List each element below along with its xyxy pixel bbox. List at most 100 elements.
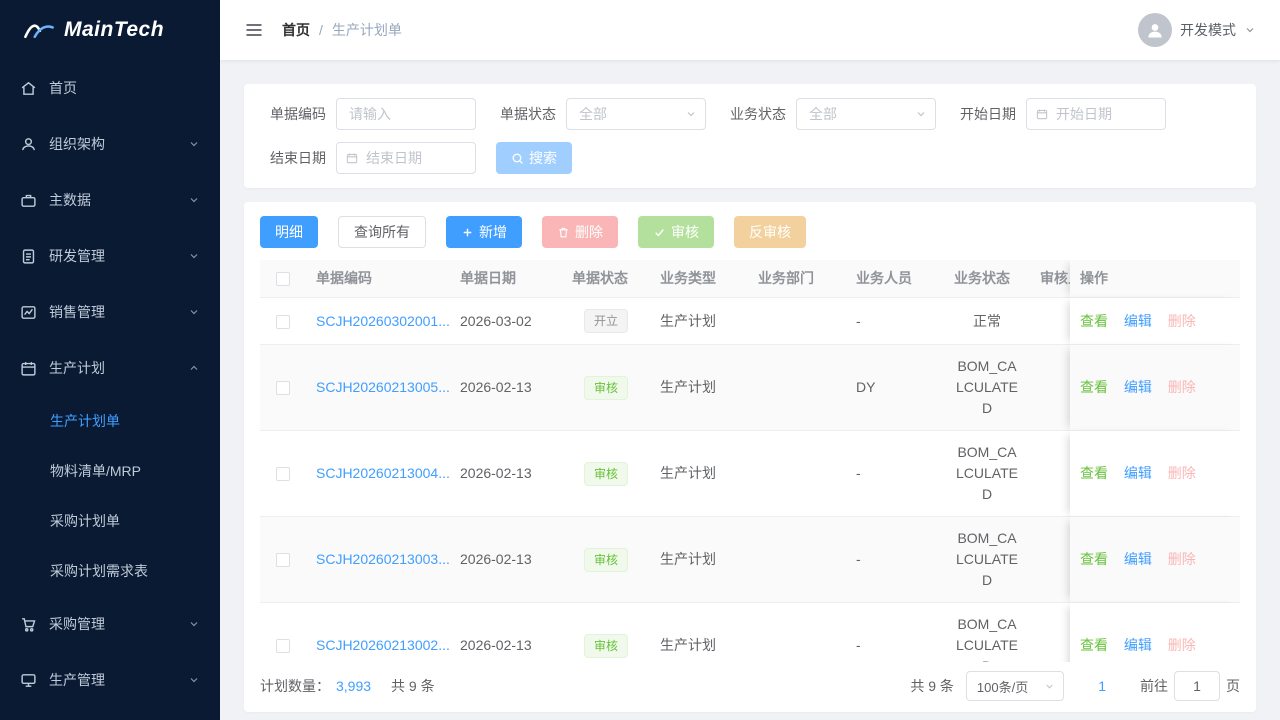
start-date-input[interactable]: 开始日期 [1026, 98, 1166, 130]
biz-status-select[interactable]: 全部 [796, 98, 936, 130]
page-size-select[interactable]: 100条/页 [966, 671, 1064, 701]
doc-code-link[interactable]: SCJH20260213004... [316, 465, 450, 481]
sidebar-item-home[interactable]: 首页 [0, 60, 220, 116]
sidebar-item-purchase-management[interactable]: 采购管理 [0, 596, 220, 652]
delete-link[interactable]: 删除 [1168, 551, 1196, 567]
sidebar-item-rd-management[interactable]: 研发管理 [0, 228, 220, 284]
search-button[interactable]: 搜索 [496, 142, 572, 174]
end-date-input[interactable]: 结束日期 [336, 142, 476, 174]
row-checkbox[interactable] [276, 467, 290, 481]
row-checkbox[interactable] [276, 553, 290, 567]
view-link[interactable]: 查看 [1080, 551, 1108, 567]
page-size-value: 100条/页 [977, 677, 1028, 696]
biz-type-cell: 生产计划 [650, 431, 748, 517]
sidebar-item-production-plan-order[interactable]: 生产计划单 [0, 396, 220, 446]
doc-code-link[interactable]: SCJH20260302001... [316, 313, 450, 329]
chevron-down-icon [1244, 24, 1256, 36]
sidebar-item-master-data[interactable]: 主数据 [0, 172, 220, 228]
auditor-cell [1030, 345, 1070, 431]
next-page-icon[interactable] [1116, 680, 1128, 692]
doc-status-value: 全部 [579, 104, 607, 124]
view-link[interactable]: 查看 [1080, 637, 1108, 653]
sidebar-item-label: 销售管理 [49, 302, 105, 322]
sidebar-item-production-plan[interactable]: 生产计划 [0, 340, 220, 396]
add-button[interactable]: 新增 [446, 216, 522, 248]
chevron-down-icon [188, 194, 200, 206]
sidebar-item-label: 研发管理 [49, 246, 105, 266]
view-link[interactable]: 查看 [1080, 313, 1108, 329]
unaudit-button[interactable]: 反审核 [734, 216, 806, 248]
person-icon [1145, 20, 1165, 40]
sidebar-item-bom-mrp[interactable]: 物料清单/MRP [0, 446, 220, 496]
sidebar-item-purchase-demand-table[interactable]: 采购计划需求表 [0, 546, 220, 596]
check-icon [653, 226, 666, 239]
view-link[interactable]: 查看 [1080, 465, 1108, 481]
edit-link[interactable]: 编辑 [1124, 465, 1152, 481]
auditor-cell [1030, 603, 1070, 662]
biz-dept-cell [748, 603, 846, 662]
doc-status-tag: 审核 [584, 376, 628, 400]
doc-status-tag: 审核 [584, 462, 628, 486]
doc-code-input[interactable] [336, 98, 476, 130]
delete-link[interactable]: 删除 [1168, 637, 1196, 653]
biz-person-cell: - [846, 603, 944, 662]
sidebar-item-organization[interactable]: 组织架构 [0, 116, 220, 172]
doc-code-link[interactable]: SCJH20260213005... [316, 379, 450, 395]
view-link[interactable]: 查看 [1080, 379, 1108, 395]
query-all-button[interactable]: 查询所有 [338, 216, 426, 248]
biz-person-cell: - [846, 298, 944, 345]
add-button-label: 新增 [479, 222, 507, 242]
doc-date-cell: 2026-02-13 [450, 517, 562, 603]
goto-page-input[interactable] [1174, 671, 1220, 701]
edit-link[interactable]: 编辑 [1124, 379, 1152, 395]
col-biz-status: 业务状态 [944, 260, 1030, 298]
table-footer: 计划数量： 3,993 共 9 条 共 9 条 100条/页 1 [260, 666, 1240, 706]
table-row: SCJH20260213003... 2026-02-13 审核 生产计划 - … [260, 517, 1240, 603]
calendar-icon [345, 151, 359, 165]
logo-text: MainTech [64, 18, 164, 42]
chevron-down-icon [1044, 681, 1055, 692]
row-checkbox[interactable] [276, 639, 290, 653]
doc-code-link[interactable]: SCJH20260213003... [316, 551, 450, 567]
sidebar-subitem-label: 采购计划需求表 [50, 561, 148, 581]
briefcase-icon [20, 192, 37, 209]
search-icon [511, 152, 524, 165]
edit-link[interactable]: 编辑 [1124, 313, 1152, 329]
sidebar-item-purchase-plan-order[interactable]: 采购计划单 [0, 496, 220, 546]
delete-link[interactable]: 删除 [1168, 379, 1196, 395]
auditor-cell [1030, 517, 1070, 603]
current-page[interactable]: 1 [1090, 678, 1114, 694]
sidebar-item-production-management[interactable]: 生产管理 [0, 652, 220, 708]
topbar: 首页 / 生产计划单 开发模式 [220, 0, 1280, 60]
plan-count-label: 计划数量： [260, 676, 330, 696]
query-all-button-label: 查询所有 [354, 222, 410, 242]
doc-status-select[interactable]: 全部 [566, 98, 706, 130]
biz-person-cell: - [846, 431, 944, 517]
prev-page-icon[interactable] [1076, 680, 1088, 692]
start-date-placeholder: 开始日期 [1056, 104, 1112, 124]
user-menu[interactable]: 开发模式 [1138, 13, 1256, 47]
audit-button[interactable]: 审核 [638, 216, 714, 248]
end-date-placeholder: 结束日期 [366, 148, 422, 168]
hamburger-icon[interactable] [244, 20, 264, 40]
edit-link[interactable]: 编辑 [1124, 637, 1152, 653]
select-all-checkbox[interactable] [276, 272, 290, 286]
doc-status-tag: 审核 [584, 548, 628, 572]
chevron-down-icon [188, 250, 200, 262]
table-scroll-area[interactable]: 单据编码 单据日期 单据状态 业务类型 业务部门 业务人员 业务状态 审核人 操… [260, 260, 1240, 662]
row-checkbox[interactable] [276, 381, 290, 395]
edit-link[interactable]: 编辑 [1124, 551, 1152, 567]
delete-link[interactable]: 删除 [1168, 313, 1196, 329]
doc-status-tag: 审核 [584, 634, 628, 658]
sidebar-item-sales-management[interactable]: 销售管理 [0, 284, 220, 340]
search-button-label: 搜索 [529, 148, 557, 168]
delete-link[interactable]: 删除 [1168, 465, 1196, 481]
detail-button[interactable]: 明细 [260, 216, 318, 248]
breadcrumb-home[interactable]: 首页 [282, 20, 310, 40]
delete-button[interactable]: 删除 [542, 216, 618, 248]
row-checkbox[interactable] [276, 315, 290, 329]
start-date-label: 开始日期 [946, 104, 1016, 124]
sidebar: MainTech 首页 组织架构 主数据 研发管理 销售管理 生 [0, 0, 220, 720]
doc-code-link[interactable]: SCJH20260213002... [316, 637, 450, 653]
toolbar: 明细 查询所有 新增 删除 审核 反审核 [260, 216, 1240, 248]
